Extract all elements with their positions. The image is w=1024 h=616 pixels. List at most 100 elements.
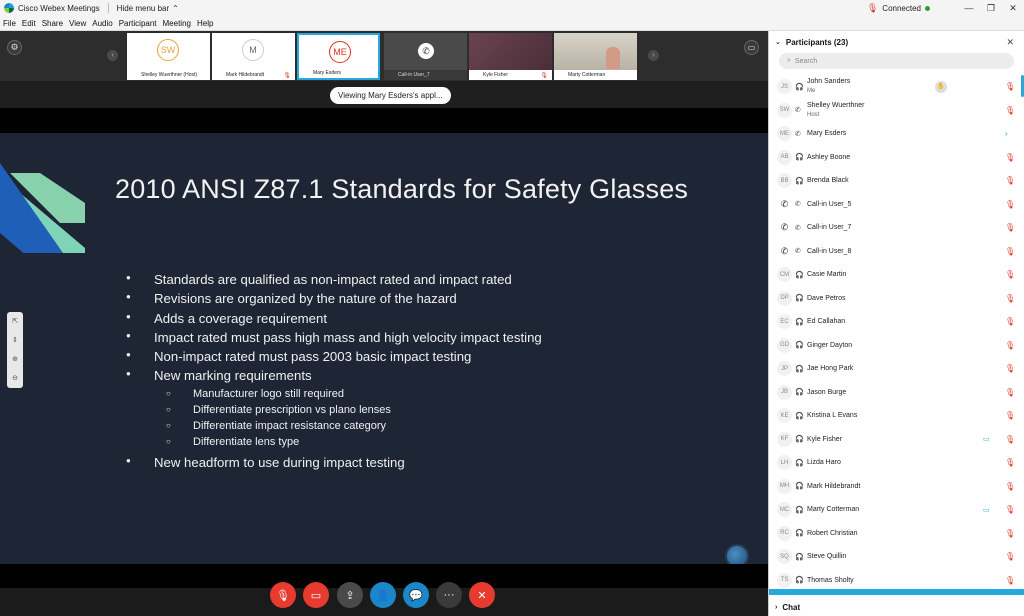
mute-button[interactable]: 🎙 xyxy=(270,582,296,608)
restore-button[interactable]: ❐ xyxy=(980,3,1002,14)
stop-video-button[interactable]: ▭ xyxy=(303,582,329,608)
video-tile[interactable]: Kyle Fisher 🎙 xyxy=(469,33,552,80)
participant-row[interactable]: EC 🎧 Ed Callahan 🎙 xyxy=(769,310,1019,334)
avatar: SQ xyxy=(777,549,792,565)
mic-muted-icon[interactable]: 🎙 xyxy=(1005,411,1015,420)
mic-muted-icon[interactable]: 🎙 xyxy=(1005,270,1015,279)
mic-muted-icon[interactable]: 🎙 xyxy=(1005,388,1015,397)
participant-row[interactable]: ME ✆ Mary Esders › xyxy=(769,122,1019,146)
mic-muted-icon[interactable]: 🎙 xyxy=(1005,529,1015,538)
participant-name: Kristina L Evans xyxy=(807,412,858,420)
video-tile[interactable]: ✆ Call-in User_7 xyxy=(384,33,467,80)
participant-row[interactable]: BB 🎧 Brenda Black 🎙 xyxy=(769,169,1019,193)
mic-muted-icon[interactable]: 🎙 xyxy=(1005,341,1015,350)
participant-row[interactable]: JP 🎧 Jae Hong Park 🎙 xyxy=(769,357,1019,381)
leave-meeting-button[interactable]: ✕ xyxy=(469,582,495,608)
mic-muted-icon[interactable]: 🎙 xyxy=(1005,458,1015,467)
avatar: LH xyxy=(777,455,792,471)
mic-muted-icon[interactable]: 🎙 xyxy=(1005,435,1015,444)
participant-row[interactable]: AB 🎧 Ashley Boone 🎙 xyxy=(769,146,1019,170)
headset-icon: 🎧 xyxy=(795,154,804,162)
sub-bullet-item: Differentiate prescription vs plano lens… xyxy=(126,404,542,420)
headset-icon: 🎧 xyxy=(795,553,804,561)
participant-name: Robert Christian xyxy=(807,529,858,537)
close-panel-icon[interactable]: ✕ xyxy=(1006,37,1014,48)
avatar: KE xyxy=(777,408,792,424)
chat-icon: 💬 xyxy=(409,589,423,602)
participant-row[interactable]: KE 🎧 Kristina L Evans 🎙 xyxy=(769,404,1019,428)
share-button[interactable]: ⇪ xyxy=(337,582,363,608)
mic-muted-icon[interactable]: 🎙 xyxy=(1005,200,1015,209)
video-tile[interactable]: SW Shelley Wuerthner (Host) xyxy=(127,33,210,80)
participant-search-input[interactable]: ⌕ Search xyxy=(779,53,1014,69)
video-strip: ⚙ ‹ SW Shelley Wuerthner (Host) M Mark H… xyxy=(0,31,768,81)
video-tile[interactable]: Marty Cotterman xyxy=(554,33,637,80)
mic-muted-icon[interactable]: 🎙 xyxy=(1005,223,1015,232)
participants-button[interactable]: 👤 xyxy=(370,582,396,608)
video-tile-active[interactable]: ME Mary Esders xyxy=(297,33,380,80)
connection-status-label: Connected xyxy=(882,3,921,13)
mic-muted-icon[interactable]: 🎙 xyxy=(1005,482,1015,491)
mic-muted-icon[interactable]: 🎙 xyxy=(1005,247,1015,256)
strip-next-icon[interactable]: › xyxy=(648,50,659,61)
participant-name: Dave Petros xyxy=(807,294,846,302)
viewing-share-banner[interactable]: Viewing Mary Esders's appl... xyxy=(330,87,451,104)
mic-muted-icon[interactable]: 🎙 xyxy=(1005,82,1015,91)
hand-icon[interactable]: ✋ xyxy=(935,80,947,93)
fit-icon[interactable]: ⇕ xyxy=(7,331,23,350)
chat-section-header[interactable]: › Chat xyxy=(769,599,1024,616)
tile-caption: Call-in User_7 xyxy=(398,72,430,78)
chat-button[interactable]: 💬 xyxy=(403,582,429,608)
menu-help[interactable]: Help xyxy=(197,19,213,28)
hide-menu-bar-button[interactable]: Hide menu bar ⌃ xyxy=(117,4,179,13)
mic-muted-icon[interactable]: 🎙 xyxy=(1005,294,1015,303)
participant-row[interactable]: DP 🎧 Dave Petros 🎙 xyxy=(769,287,1019,311)
participant-row[interactable]: ✆ ✆ Call-in User_5 🎙 xyxy=(769,193,1019,217)
participant-row[interactable]: KF 🎧 Kyle Fisher ▭ 🎙 xyxy=(769,428,1019,452)
menu-edit[interactable]: Edit xyxy=(22,19,36,28)
zoom-in-icon[interactable]: ⊕ xyxy=(7,350,23,369)
menu-participant[interactable]: Participant xyxy=(119,19,157,28)
menu-audio[interactable]: Audio xyxy=(92,19,112,28)
participant-row[interactable]: SQ 🎧 Steve Quillin 🎙 xyxy=(769,545,1019,569)
video-tile[interactable]: M Mark Hildebrandt 🎙 xyxy=(212,33,295,80)
minimize-button[interactable]: — xyxy=(958,3,980,13)
participant-row[interactable]: SW ✆ Shelley Wuerthner Host 🎙 xyxy=(769,99,1019,123)
participant-row[interactable]: ✆ ✆ Call-in User_7 🎙 xyxy=(769,216,1019,240)
mic-muted-icon[interactable]: 🎙 xyxy=(1005,106,1015,115)
mic-muted-icon[interactable]: 🎙 xyxy=(1005,505,1015,514)
participant-row[interactable]: JB 🎧 Jason Burge 🎙 xyxy=(769,381,1019,405)
participant-row[interactable]: GD 🎧 Ginger Dayton 🎙 xyxy=(769,334,1019,358)
menu-file[interactable]: File xyxy=(3,19,16,28)
chevron-right-icon[interactable]: › xyxy=(1005,129,1008,138)
participant-row[interactable]: MC 🎧 Marty Cotterman ▭ 🎙 xyxy=(769,498,1019,522)
chevron-down-icon: ⌄ xyxy=(775,39,781,46)
pointer-icon[interactable]: ⇱ xyxy=(7,312,23,331)
menu-meeting[interactable]: Meeting xyxy=(163,19,191,28)
tile-caption: Shelley Wuerthner (Host) xyxy=(141,72,198,78)
participant-row[interactable]: RC 🎧 Robert Christian 🎙 xyxy=(769,522,1019,546)
mic-muted-icon[interactable]: 🎙 xyxy=(1005,552,1015,561)
strip-prev-icon[interactable]: ‹ xyxy=(107,50,118,61)
close-window-button[interactable]: ✕ xyxy=(1002,3,1024,14)
mic-muted-icon[interactable]: 🎙 xyxy=(1005,153,1015,162)
participant-row[interactable]: ✆ ✆ Call-in User_8 🎙 xyxy=(769,240,1019,264)
participant-row[interactable]: CM 🎧 Casie Martin 🎙 xyxy=(769,263,1019,287)
mic-muted-icon[interactable]: 🎙 xyxy=(1005,317,1015,326)
settings-icon[interactable]: ⚙ xyxy=(7,40,22,55)
participant-row[interactable]: LH 🎧 Lizda Haro 🎙 xyxy=(769,451,1019,475)
layout-icon[interactable]: ▭ xyxy=(744,40,759,55)
participant-row[interactable]: JS 🎧 John Sanders Me ✋ 🎙 xyxy=(769,75,1019,99)
person-icon: 👤 xyxy=(376,589,390,602)
zoom-out-icon[interactable]: ⊖ xyxy=(7,369,23,388)
mic-muted-icon[interactable]: 🎙 xyxy=(1005,364,1015,373)
more-options-button[interactable]: ··· xyxy=(436,582,462,608)
mic-muted-icon[interactable]: 🎙 xyxy=(1005,176,1015,185)
participants-header[interactable]: ⌄ Participants (23) ✕ xyxy=(769,31,1024,53)
menu-view[interactable]: View xyxy=(69,19,86,28)
menu-share[interactable]: Share xyxy=(42,19,63,28)
participant-row[interactable]: MH 🎧 Mark Hildebrandt 🎙 xyxy=(769,475,1019,499)
mic-muted-icon[interactable]: 🎙 xyxy=(1005,576,1015,585)
avatar: RC xyxy=(777,525,792,541)
connection-status[interactable]: 🎙 Connected xyxy=(867,3,930,14)
